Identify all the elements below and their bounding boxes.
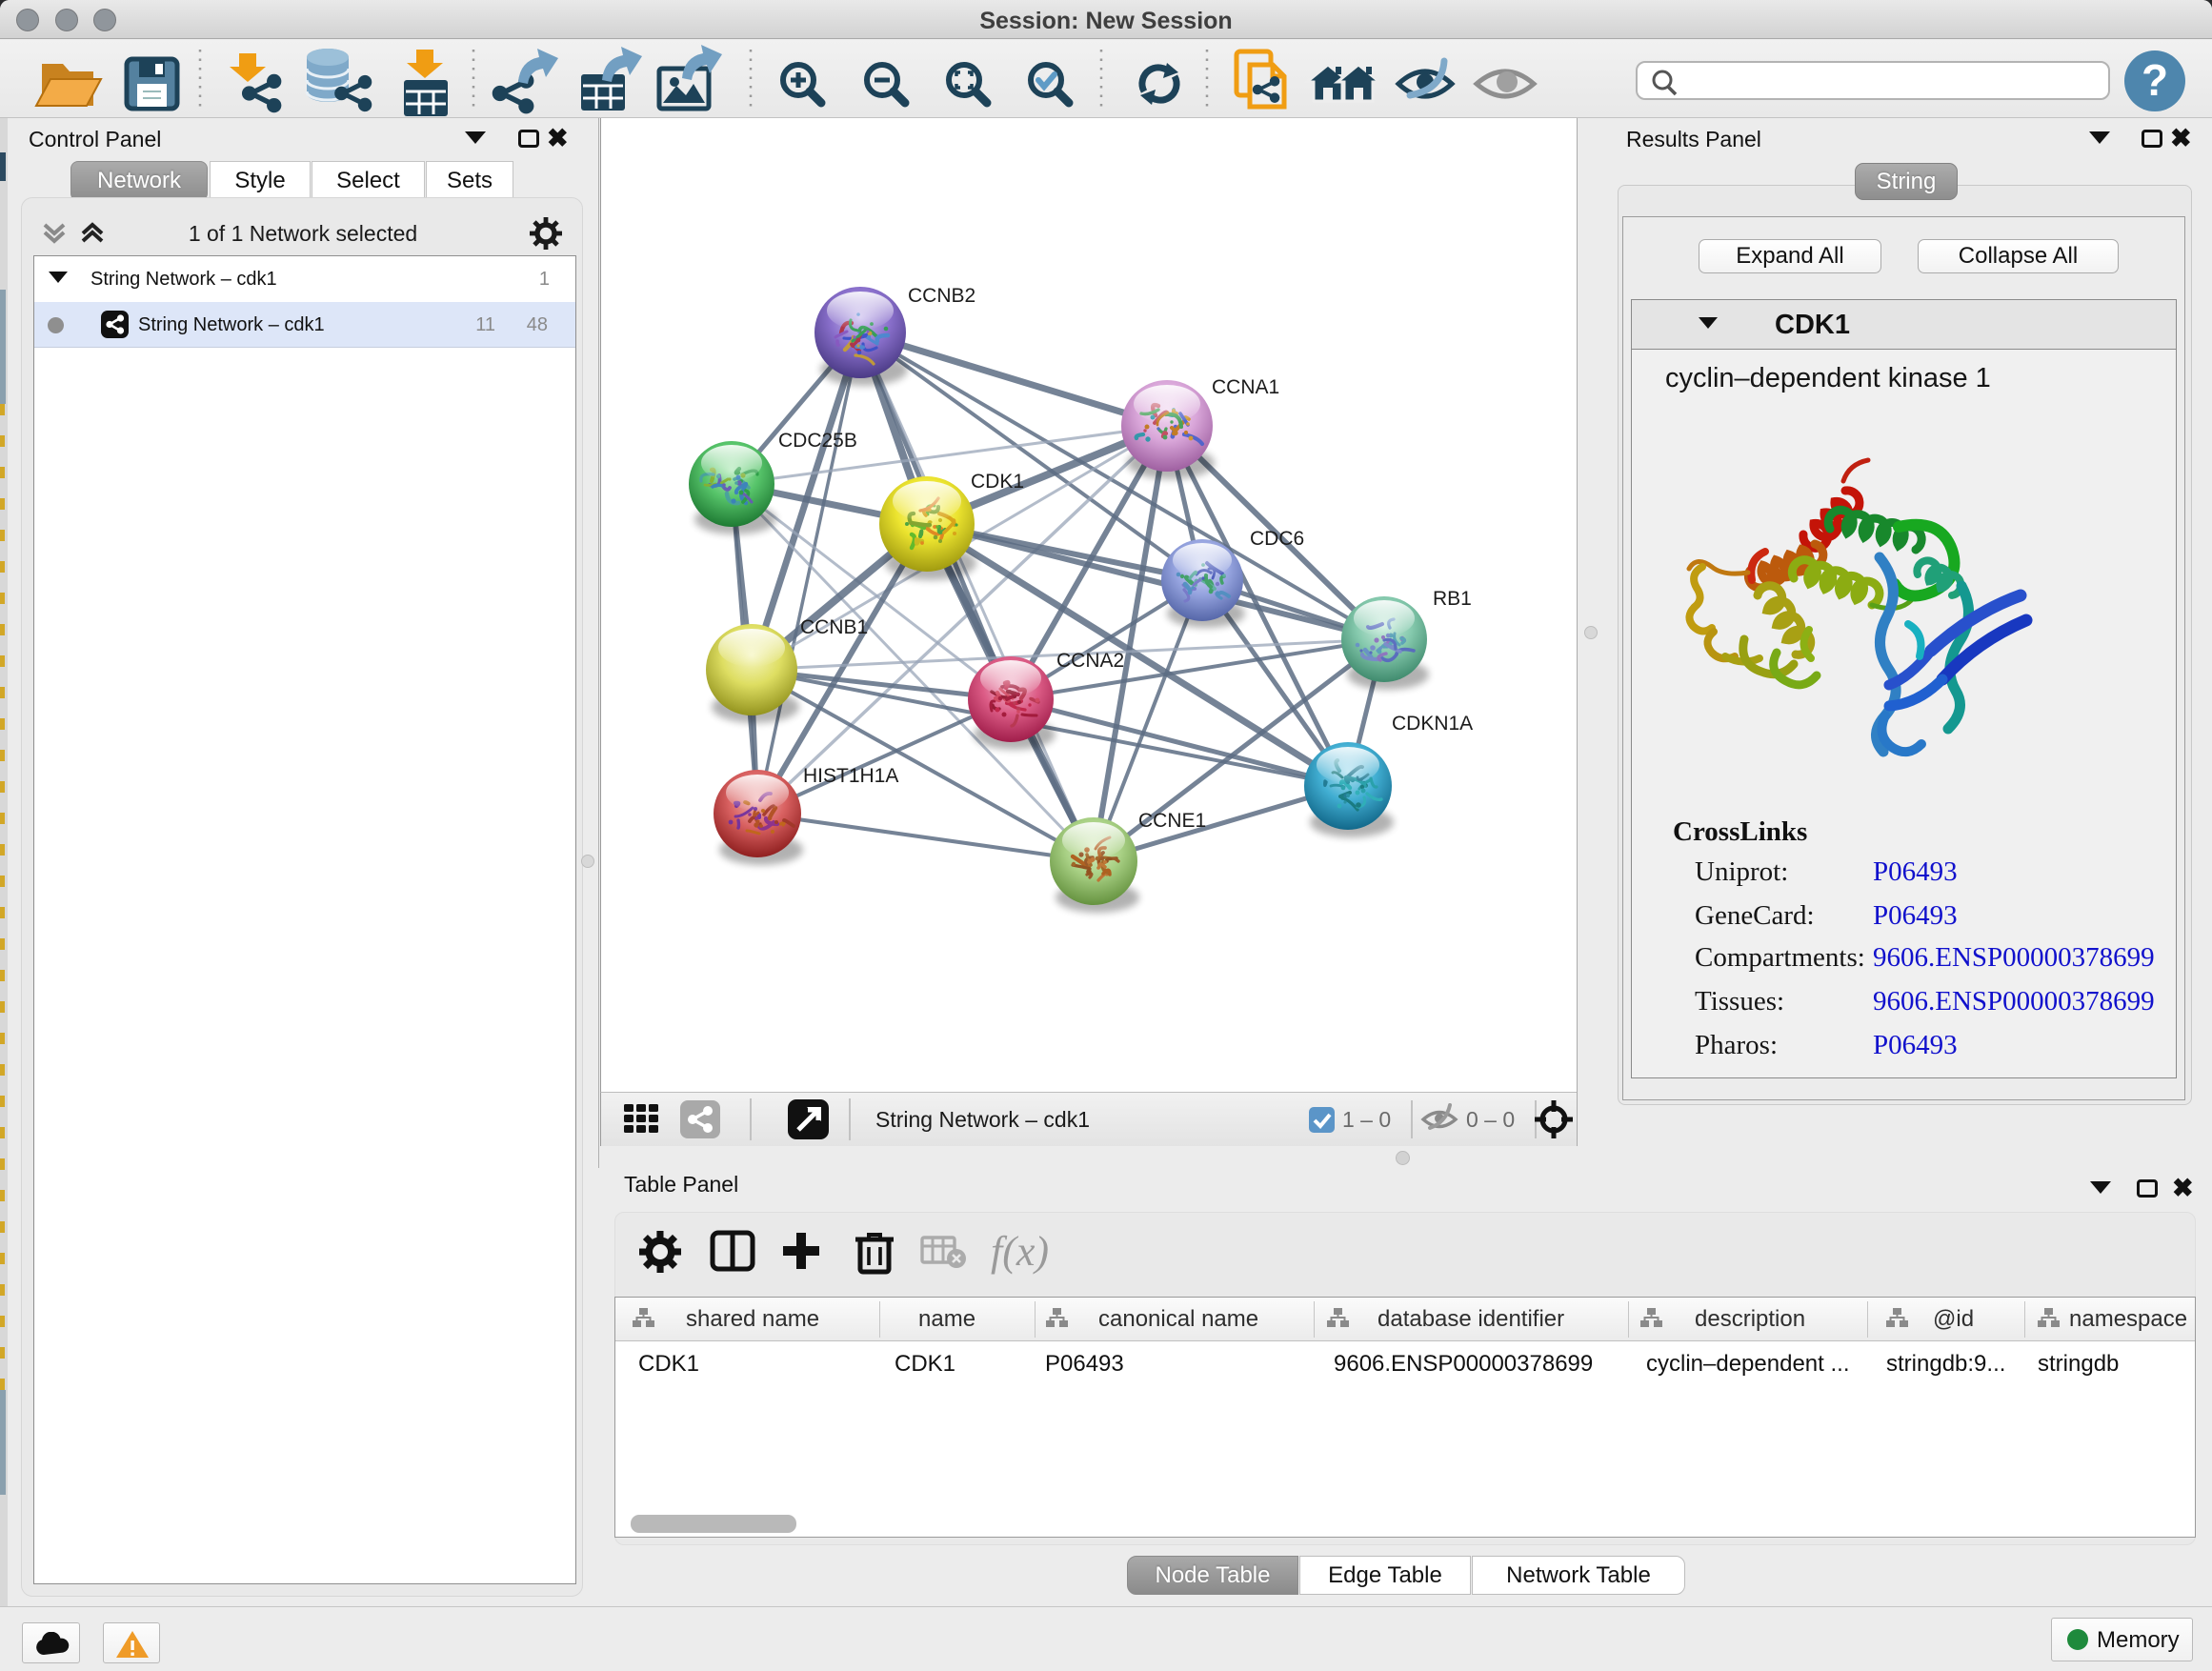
svg-text:CCNE1: CCNE1 bbox=[1138, 810, 1206, 832]
svg-text:CCNB2: CCNB2 bbox=[908, 285, 975, 307]
svg-text:String Network – cdk1: String Network – cdk1 bbox=[875, 1107, 1090, 1132]
svg-text:CDC25B: CDC25B bbox=[778, 430, 857, 452]
svg-text:CCNB1: CCNB1 bbox=[800, 616, 868, 638]
svg-text:RB1: RB1 bbox=[1433, 588, 1472, 610]
svg-text:0 – 0: 0 – 0 bbox=[1466, 1107, 1515, 1132]
svg-text:1 – 0: 1 – 0 bbox=[1342, 1107, 1391, 1132]
svg-text:CDC6: CDC6 bbox=[1250, 528, 1304, 550]
svg-text:CCNA2: CCNA2 bbox=[1056, 650, 1124, 672]
svg-text:CDK1: CDK1 bbox=[971, 471, 1024, 493]
svg-text:f(x): f(x) bbox=[991, 1228, 1049, 1275]
svg-text:CDKN1A: CDKN1A bbox=[1392, 713, 1473, 735]
svg-text:HIST1H1A: HIST1H1A bbox=[803, 765, 898, 787]
svg-text:CCNA1: CCNA1 bbox=[1212, 376, 1279, 398]
